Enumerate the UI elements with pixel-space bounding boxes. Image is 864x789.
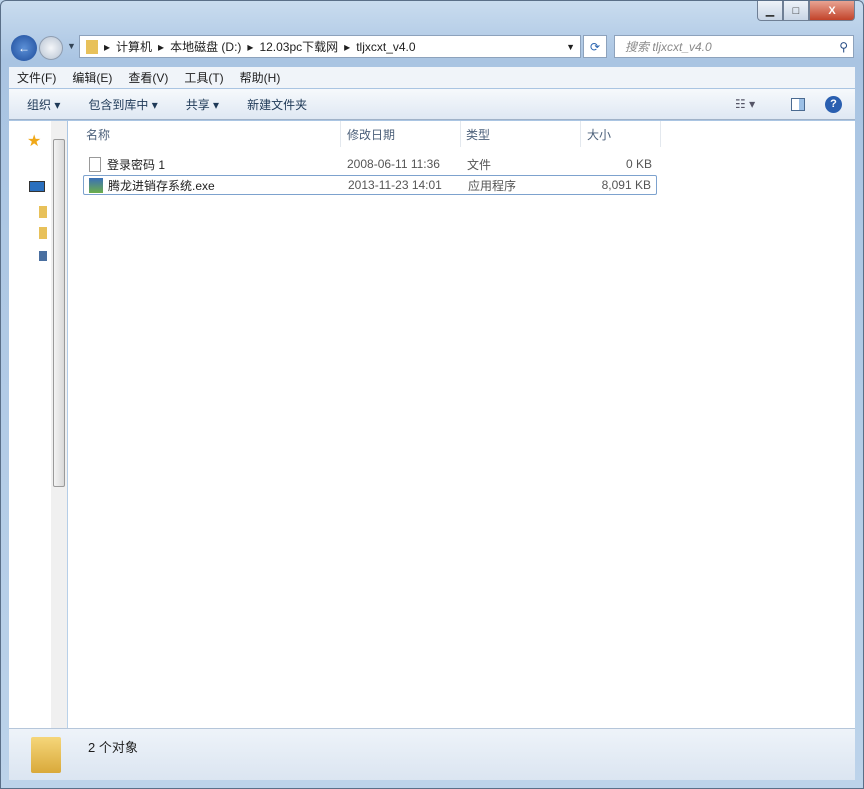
favorites-star-icon[interactable]: ★ [27,131,41,151]
column-label: 名称 [86,127,111,142]
column-header-size[interactable]: 大小 [581,121,661,147]
file-name: 腾龙进销存系统.exe [108,178,215,193]
file-row[interactable]: 腾龙进销存系统.exe 2013-11-23 14:01 应用程序 8,091 … [83,175,657,195]
column-header-date[interactable]: 修改日期 [341,121,461,147]
file-date: 2008-06-11 11:36 [347,157,440,171]
menu-help[interactable]: 帮助(H) [232,69,289,86]
help-icon[interactable]: ? [825,95,842,113]
computer-icon[interactable] [29,181,45,192]
command-bar: 组织 ▾ 包含到库中 ▾ 共享 ▾ 新建文件夹 ☷ ▾ ? [9,89,855,120]
search-input[interactable]: 搜索 tljxcxt_v4.0 ⚲ [614,35,854,58]
crumb-folder[interactable]: 12.03pc下载网 [259,38,338,55]
exe-icon [89,177,103,193]
column-label: 大小 [587,127,612,142]
column-label: 修改日期 [347,127,396,142]
include-in-library-button[interactable]: 包含到库中 ▾ [78,96,167,113]
file-size: 8,091 KB [601,178,651,192]
close-button[interactable]: X [809,1,855,21]
address-dropdown[interactable]: ▼ [566,42,575,52]
organize-button[interactable]: 组织 ▾ [17,96,70,113]
library-icon[interactable] [39,206,47,218]
view-options-icon[interactable]: ☷ ▾ [735,97,755,111]
crumb-current[interactable]: tljxcxt_v4.0 [356,40,415,54]
address-bar[interactable]: ▸ 计算机 ▸ 本地磁盘 (D:) ▸ 12.03pc下载网 ▸ tljxcxt… [79,35,581,58]
item-count: 2 个对象 [88,740,138,755]
separator: ▸ [344,39,351,54]
folder-large-icon [31,737,61,773]
separator: ▸ [247,39,254,54]
column-label: 类型 [466,127,491,142]
share-button[interactable]: 共享 ▾ [176,96,229,113]
menu-view[interactable]: 查看(V) [120,69,176,86]
file-size: 0 KB [625,157,652,171]
file-name: 登录密码 1 [107,157,166,172]
file-type: 应用程序 [468,178,517,193]
navigation-pane: ★ [9,121,67,728]
crumb-drive[interactable]: 本地磁盘 (D:) [170,38,241,55]
new-folder-button[interactable]: 新建文件夹 [237,96,317,113]
back-button[interactable]: ← [11,35,37,61]
separator: ▸ [158,39,165,54]
search-icon[interactable]: ⚲ [839,40,848,54]
separator: ▸ [104,39,111,54]
file-row[interactable]: 登录密码 1 2008-06-11 11:36 文件 0 KB [83,154,657,174]
refresh-button[interactable]: ⟳ [583,35,607,58]
menu-file[interactable]: 文件(F) [9,69,64,86]
network-icon[interactable] [39,251,47,261]
details-pane: 2 个对象 [9,728,855,780]
homegroup-icon[interactable] [39,227,47,239]
nav-scrollbar-thumb[interactable] [53,139,65,487]
nav-scrollbar[interactable] [51,121,67,728]
crumb-computer[interactable]: 计算机 [116,38,152,55]
menu-edit[interactable]: 编辑(E) [64,69,120,86]
file-list: 名称 修改日期 类型 大小 登录密码 1 2008-06-11 11:36 文件… [68,121,855,728]
maximize-button[interactable]: □ [783,1,809,21]
file-date: 2013-11-23 14:01 [348,178,442,192]
recent-pages-dropdown[interactable]: ▼ [67,41,76,51]
search-placeholder: 搜索 tljxcxt_v4.0 [625,40,712,54]
explorer-window: ▁ □ X ← ▼ ▸ 计算机 ▸ 本地磁盘 (D:) ▸ 12.03pc下载网… [0,0,864,789]
column-header-name[interactable]: 名称 [83,121,341,147]
menu-tools[interactable]: 工具(T) [176,69,231,86]
menu-bar: 文件(F) 编辑(E) 查看(V) 工具(T) 帮助(H) [9,67,855,88]
column-header-type[interactable]: 类型 [461,121,581,147]
preview-pane-icon[interactable] [791,97,805,111]
document-icon [89,156,101,172]
forward-button[interactable] [39,36,63,60]
file-type: 文件 [467,157,492,172]
minimize-button[interactable]: ▁ [757,1,783,21]
folder-icon [86,39,98,54]
